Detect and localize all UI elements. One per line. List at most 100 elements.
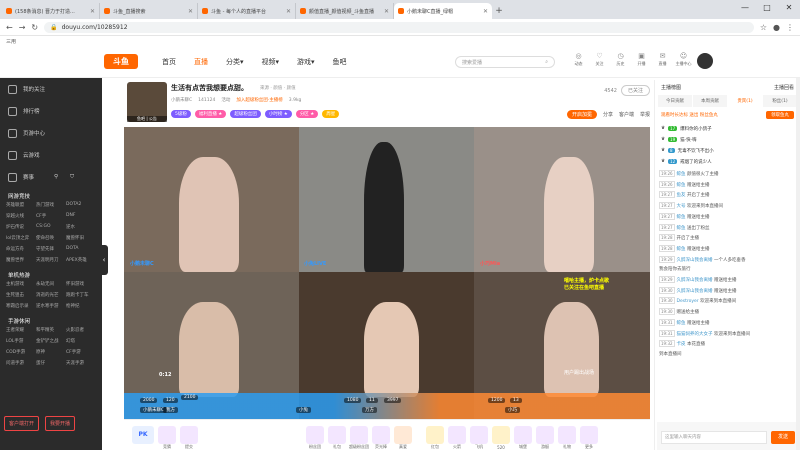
sidebar-game-link[interactable]: 天涯明月刀	[36, 257, 66, 263]
chat-username[interactable]: 鲸鱼	[677, 247, 686, 252]
sidebar-game-link[interactable]: APEX英雄	[66, 257, 96, 263]
client-button[interactable]: 客户端	[619, 111, 634, 118]
sidebar-game-link[interactable]: 枪神纪	[66, 303, 96, 309]
page-scrollbar[interactable]	[796, 78, 800, 450]
sidebar-game-link[interactable]: 逆水寒手游	[36, 303, 66, 309]
browser-tab[interactable]: 颜值直播_颜值视频_斗鱼直播 ✕	[296, 3, 394, 19]
sidebar-game-link[interactable]: 蛋仔	[36, 360, 66, 366]
header-icon-live[interactable]: ▣ 开播	[633, 52, 650, 67]
chat-username[interactable]: 猫猫饲养的大女子	[677, 332, 713, 337]
sidebar-game-link[interactable]: 天涯手游	[66, 360, 96, 366]
browser-tab-active[interactable]: 小鹅未聊C直播_绿帽 ✕	[394, 3, 492, 19]
claim-button[interactable]: 领取鱼丸	[766, 111, 794, 119]
promo-button[interactable]: 开启加冕	[566, 110, 597, 119]
sidebar-game-link[interactable]: 跑跑卡丁车	[66, 292, 96, 298]
start-broadcast-button[interactable]: 我要开播	[45, 416, 76, 431]
sidebar-item-pagegame[interactable]: 页游中心	[0, 122, 102, 144]
nav-fishbar[interactable]: 鱼吧	[333, 57, 347, 67]
sidebar-item-event[interactable]: 赛事 ⚲ ⛉	[0, 166, 102, 188]
tab-fans[interactable]: 粉丝(1)	[763, 95, 797, 107]
sidebar-collapse-button[interactable]: ‹	[100, 245, 108, 275]
nav-category[interactable]: 分类▾	[226, 57, 244, 67]
gift-item[interactable]: 礼物	[558, 426, 576, 449]
gift-more-button[interactable]: 更多	[580, 426, 598, 449]
minimize-button[interactable]: —	[734, 0, 756, 16]
rank-row[interactable]: ♛ 12 戒烟了的说少人	[661, 156, 794, 167]
room-tag[interactable]: 小时榜 ★	[264, 110, 292, 118]
anchor-replay-link[interactable]: 主播回看	[774, 84, 794, 91]
search-input[interactable]: 搜索爱播 ⌕	[455, 56, 555, 68]
gift-item[interactable]: 礼包	[328, 426, 346, 449]
nav-home[interactable]: 首页	[162, 57, 176, 67]
chat-username[interactable]: 鲸鱼	[677, 172, 686, 177]
sidebar-game-link[interactable]: 炉石传说	[6, 224, 36, 230]
header-icon-center[interactable]: ☺ 主播中心	[675, 52, 692, 67]
bookmark-item[interactable]: 三用	[6, 39, 16, 45]
sidebar-game-link[interactable]: LOL手游	[6, 338, 36, 344]
sidebar-game-link[interactable]: 使命召唤	[36, 235, 66, 241]
gift-item[interactable]: 粉丝团	[306, 426, 324, 449]
chat-username[interactable]: Destroyer	[677, 299, 699, 304]
tab-today[interactable]: 今日贡献	[658, 95, 692, 107]
sidebar-game-link[interactable]: 永劫无间	[36, 281, 66, 287]
room-tag[interactable]: 5级粉	[171, 110, 191, 118]
gift-item[interactable]: 红包	[426, 426, 444, 449]
sidebar-game-link[interactable]: CS:GO	[36, 224, 66, 230]
browser-tab[interactable]: 斗鱼 - 每个人的直播平台 ✕	[198, 3, 296, 19]
gift-item[interactable]: 520	[492, 426, 510, 450]
header-icon-history[interactable]: ◷ 历史	[612, 52, 629, 67]
gift-item[interactable]: 提交	[180, 426, 198, 449]
tab-week[interactable]: 本周贡献	[693, 95, 727, 107]
nav-live[interactable]: 直播	[194, 57, 208, 67]
room-tag[interactable]: 超级粉丝团	[230, 110, 261, 118]
video-player[interactable]: 小鹅未聊C 小兔LIVE 小巧Mia 用户踢出战场 嘻哈主播，炉卡点歌 已关注在…	[124, 127, 650, 419]
sidebar-game-link[interactable]: 幻塔	[66, 338, 96, 344]
sidebar-game-link[interactable]: DOTA	[66, 246, 96, 252]
chat-username[interactable]: 久醉深山我会离婚	[677, 289, 713, 294]
sidebar-game-link[interactable]: DOTA2	[66, 202, 96, 208]
sidebar-game-link[interactable]: 原神	[36, 349, 66, 355]
sidebar-game-link[interactable]: 王者荣耀	[6, 327, 36, 333]
close-icon[interactable]: ✕	[90, 8, 95, 15]
close-icon[interactable]: ✕	[286, 8, 291, 15]
close-icon[interactable]: ✕	[483, 8, 488, 15]
room-tag[interactable]: 福利直播 ★	[194, 110, 227, 118]
gift-item[interactable]: 超级粉丝团	[349, 426, 369, 449]
activity-link[interactable]: 活动	[221, 97, 230, 103]
header-icon-news[interactable]: ◎ 动态	[570, 52, 587, 67]
close-icon[interactable]: ✕	[384, 8, 389, 15]
gift-item[interactable]: 竞猜	[158, 426, 176, 449]
browser-tab[interactable]: 斗鱼_直播搜索 ✕	[100, 3, 198, 19]
gift-item[interactable]: 火箭	[448, 426, 466, 449]
sidebar-game-link[interactable]: CF手游	[66, 349, 96, 355]
gift-item[interactable]: 城堡	[514, 426, 532, 449]
pk-button[interactable]: PK	[132, 426, 154, 444]
shield-icon[interactable]: ⛉	[70, 174, 74, 181]
sidebar-game-link[interactable]: 主机游戏	[6, 281, 36, 287]
anchor-rank-link[interactable]: 主播榜图	[661, 84, 681, 91]
chat-username[interactable]: 鱼友	[677, 193, 686, 198]
sidebar-game-link[interactable]: COD手游	[6, 349, 36, 355]
sidebar-game-link[interactable]: 魔兽怀旧	[66, 235, 96, 241]
sidebar-game-link[interactable]: DNF	[66, 213, 96, 219]
rank-row[interactable]: ♛ 17 爆料你的小鸽子	[661, 123, 794, 134]
send-button[interactable]: 发送	[771, 431, 795, 444]
sidebar-game-link[interactable]: CF手	[36, 213, 66, 219]
bike-icon[interactable]: ⚲	[54, 174, 58, 180]
avatar[interactable]	[697, 53, 713, 69]
sidebar-game-link[interactable]: 守望先锋	[36, 246, 66, 252]
chat-username[interactable]: 大号	[677, 204, 686, 209]
sidebar-game-link[interactable]: lol云顶之弈	[6, 235, 36, 241]
room-category[interactable]: 來源 · 颜值 · 颜值	[260, 85, 296, 91]
close-window-button[interactable]: ✕	[778, 0, 800, 16]
sidebar-game-link[interactable]: 金铲铲之战	[36, 338, 66, 344]
forward-icon[interactable]: →	[19, 23, 26, 32]
gift-item[interactable]: 飞机	[470, 426, 488, 449]
header-icon-broadcast[interactable]: ✉ 直播	[654, 52, 671, 67]
chat-username[interactable]: 鲸鱼	[677, 215, 686, 220]
sidebar-game-link[interactable]: 生死狙击	[6, 292, 36, 298]
menu-icon[interactable]: ⋮	[786, 23, 794, 32]
new-tab-button[interactable]: +	[492, 3, 506, 19]
search-icon[interactable]: ⌕	[545, 59, 548, 65]
url-field[interactable]: 🔒 douyu.com/10285912	[44, 21, 754, 33]
